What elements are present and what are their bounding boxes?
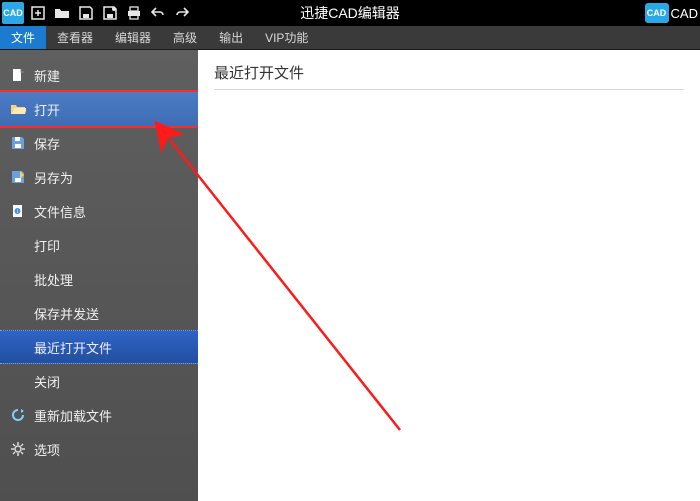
gear-icon <box>10 441 26 457</box>
reload-icon <box>10 407 26 423</box>
tab-advanced[interactable]: 高级 <box>162 26 208 49</box>
sidebar-item-label: 关闭 <box>34 372 60 391</box>
sidebar-item-label: 打印 <box>34 236 60 255</box>
redo-button[interactable] <box>170 1 194 25</box>
sidebar-item-new[interactable]: 新建 <box>0 58 198 92</box>
content-heading: 最近打开文件 <box>214 62 684 90</box>
folder-open-icon <box>10 101 26 117</box>
content-panel: 最近打开文件 <box>198 50 700 501</box>
sidebar-item-label: 文件信息 <box>34 202 86 221</box>
save-button[interactable] <box>74 1 98 25</box>
sidebar-item-file-info[interactable]: i 文件信息 <box>0 194 198 228</box>
tab-vip[interactable]: VIP功能 <box>254 26 319 49</box>
save-as-button[interactable] <box>98 1 122 25</box>
sidebar-item-print[interactable]: 打印 <box>0 228 198 262</box>
sidebar-item-label: 新建 <box>34 66 60 85</box>
tab-editor[interactable]: 编辑器 <box>104 26 162 49</box>
annotation-highlight <box>0 90 200 128</box>
print-button[interactable] <box>122 1 146 25</box>
sidebar-item-label: 最近打开文件 <box>34 338 112 357</box>
svg-text:i: i <box>17 209 18 215</box>
sidebar-item-label: 重新加载文件 <box>34 406 112 425</box>
file-new-icon <box>10 67 26 83</box>
file-info-icon: i <box>10 203 26 219</box>
sidebar-item-label: 另存为 <box>34 168 73 187</box>
sidebar-item-label: 批处理 <box>34 270 73 289</box>
sidebar-item-save-as[interactable]: 另存为 <box>0 160 198 194</box>
new-file-button[interactable] <box>26 1 50 25</box>
sidebar-item-label: 打开 <box>34 100 60 119</box>
sidebar-item-save-send[interactable]: 保存并发送 <box>0 296 198 330</box>
cad-badge-label: CAD <box>671 6 698 21</box>
tab-output[interactable]: 输出 <box>208 26 254 49</box>
app-icon: CAD <box>2 2 24 24</box>
menu-bar: 文件 查看器 编辑器 高级 输出 VIP功能 <box>0 26 700 50</box>
open-button[interactable] <box>50 1 74 25</box>
sidebar-item-close[interactable]: 关闭 <box>0 364 198 398</box>
tab-viewer[interactable]: 查看器 <box>46 26 104 49</box>
sidebar-item-options[interactable]: 选项 <box>0 432 198 466</box>
sidebar-item-label: 保存并发送 <box>34 304 99 323</box>
title-bar: CAD 迅捷CAD编辑器 CAD CAD <box>0 0 700 26</box>
sidebar-item-open[interactable]: 打开 <box>0 92 198 126</box>
sidebar-item-reload[interactable]: 重新加载文件 <box>0 398 198 432</box>
sidebar-item-recent[interactable]: 最近打开文件 <box>0 330 198 364</box>
undo-button[interactable] <box>146 1 170 25</box>
sidebar-item-label: 保存 <box>34 134 60 153</box>
tab-file[interactable]: 文件 <box>0 26 46 49</box>
save-icon <box>10 135 26 151</box>
save-as-icon <box>10 169 26 185</box>
sidebar-item-save[interactable]: 保存 <box>0 126 198 160</box>
sidebar-item-batch[interactable]: 批处理 <box>0 262 198 296</box>
file-menu-sidebar: 新建 打开 保存 另存为 i 文件信息 <box>0 50 198 501</box>
sidebar-item-label: 选项 <box>34 440 60 459</box>
cad-badge-icon: CAD <box>645 3 669 23</box>
